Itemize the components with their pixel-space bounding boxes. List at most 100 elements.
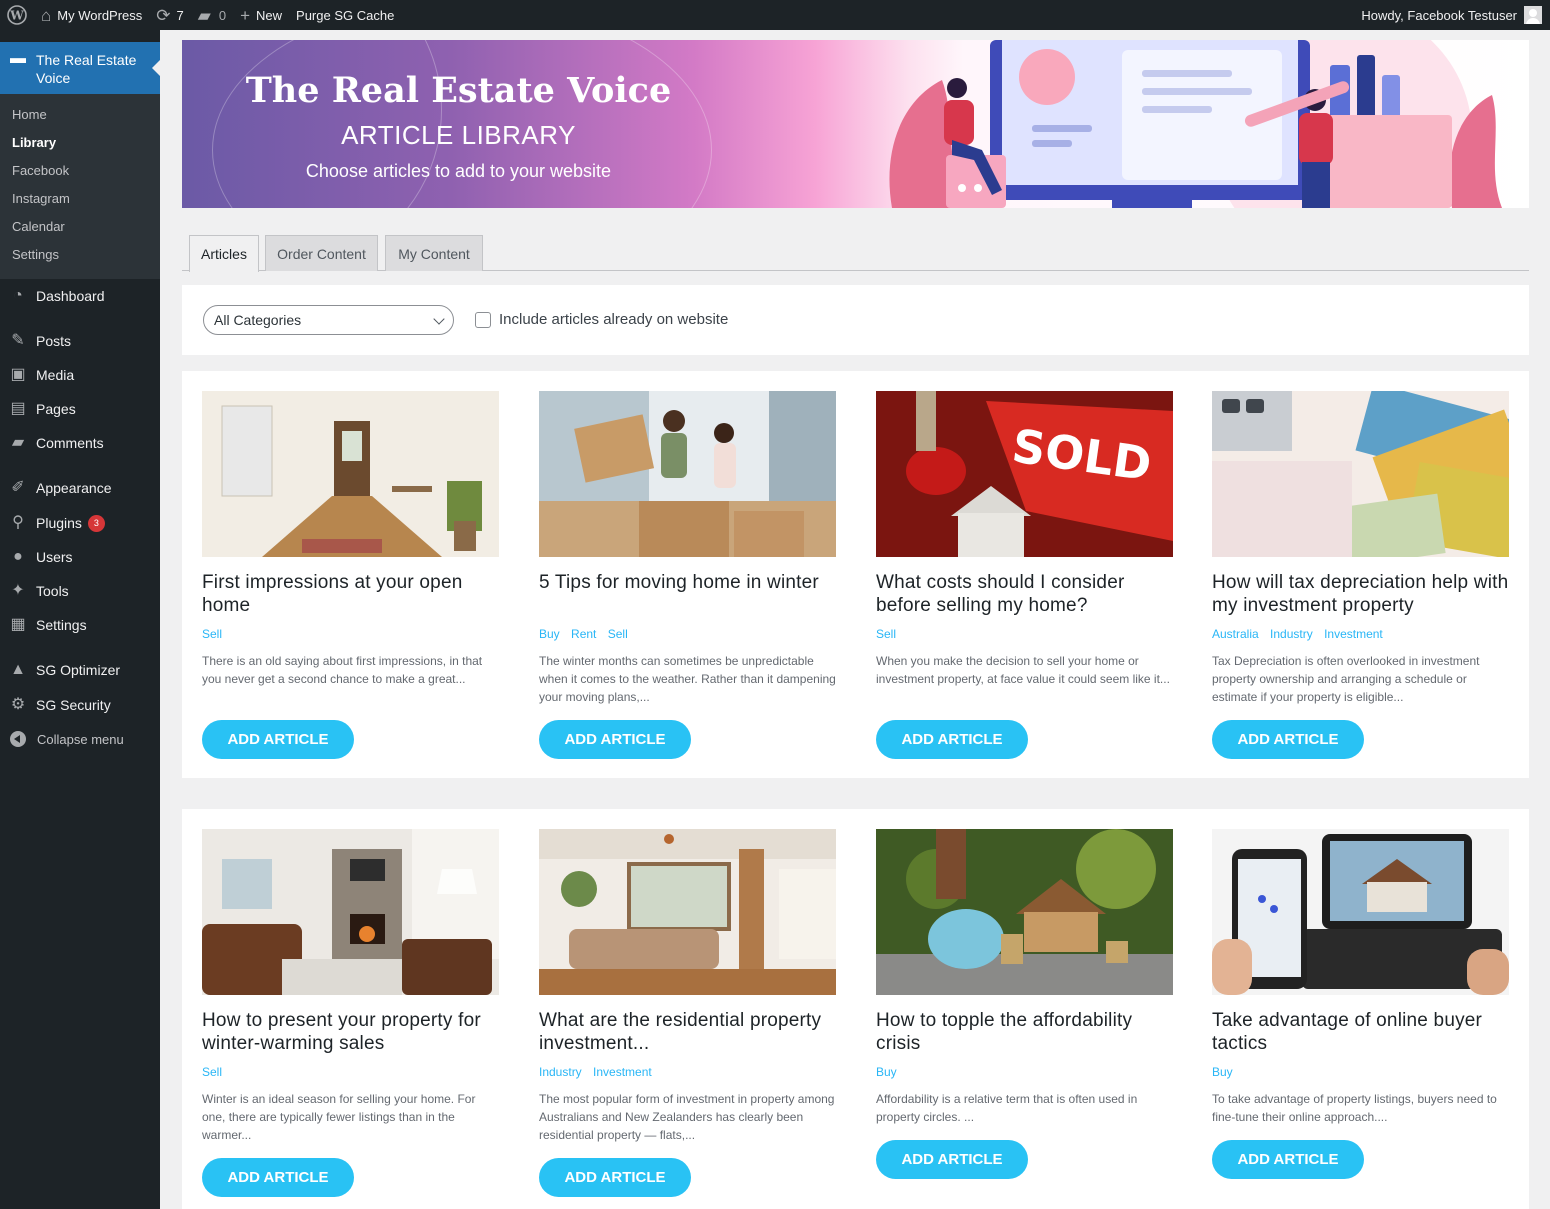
menu-item-dashboard[interactable]: ◔ Dashboard bbox=[0, 279, 160, 313]
submenu-item-facebook[interactable]: Facebook bbox=[0, 157, 160, 185]
banner-subtitle: ARTICLE LIBRARY bbox=[341, 120, 576, 150]
article-title[interactable]: How to present your property for winter-… bbox=[202, 1009, 499, 1055]
article-thumbnail[interactable] bbox=[876, 829, 1173, 995]
article-tags: Buy Rent Sell bbox=[539, 627, 636, 641]
tag-link[interactable]: Industry bbox=[1270, 627, 1313, 641]
collapse-menu-button[interactable]: Collapse menu bbox=[0, 722, 160, 756]
article-excerpt: Winter is an ideal season for selling yo… bbox=[202, 1092, 476, 1142]
tag-link[interactable]: Buy bbox=[1212, 1065, 1233, 1079]
article-thumbnail[interactable] bbox=[202, 829, 499, 995]
menu-item-users[interactable]: ● Users bbox=[0, 540, 160, 574]
money-calculator-photo bbox=[1212, 391, 1509, 557]
tag-link[interactable]: Australia bbox=[1212, 627, 1259, 641]
article-title[interactable]: 5 Tips for moving home in winter bbox=[539, 571, 836, 594]
new-label: New bbox=[256, 7, 283, 23]
submenu-item-home[interactable]: Home bbox=[0, 101, 160, 129]
article-thumbnail[interactable] bbox=[202, 391, 499, 557]
banner-illustration bbox=[889, 40, 1502, 208]
article-title[interactable]: First impressions at your open home bbox=[202, 571, 499, 617]
comments-link[interactable]: ▰ 0 bbox=[191, 0, 233, 30]
tag-link[interactable]: Sell bbox=[876, 627, 896, 641]
submenu-item-instagram[interactable]: Instagram bbox=[0, 185, 160, 213]
menu-item-label: SG Security bbox=[36, 697, 111, 713]
menu-item-label: Tools bbox=[36, 583, 69, 599]
menu-item-real-estate-voice[interactable]: ▬ The Real Estate Voice bbox=[0, 42, 160, 94]
svg-text:W: W bbox=[9, 9, 24, 23]
article-tags: Sell bbox=[876, 627, 904, 641]
wordpress-logo-button[interactable]: W bbox=[0, 0, 34, 30]
tab-order-content[interactable]: Order Content bbox=[265, 235, 378, 271]
tag-link[interactable]: Rent bbox=[571, 627, 596, 641]
purge-cache-link[interactable]: Purge SG Cache bbox=[289, 0, 401, 30]
article-thumbnail[interactable] bbox=[1212, 829, 1509, 995]
updates-link[interactable]: ⟳ 7 bbox=[149, 0, 190, 30]
add-article-button[interactable]: ADD ARTICLE bbox=[876, 1140, 1028, 1179]
menu-item-label: Media bbox=[36, 367, 75, 383]
add-article-button[interactable]: ADD ARTICLE bbox=[539, 1158, 691, 1197]
article-title[interactable]: What costs should I consider before sell… bbox=[876, 571, 1173, 617]
menu-item-sg-security[interactable]: ⚙ SG Security bbox=[0, 688, 160, 722]
add-article-button[interactable]: ADD ARTICLE bbox=[539, 720, 691, 759]
pages-icon: ▤ bbox=[10, 400, 26, 417]
admin-bar: W ⌂ My WordPress ⟳ 7 ▰ 0 + New Purge SG … bbox=[0, 0, 1550, 30]
add-article-button[interactable]: ADD ARTICLE bbox=[876, 720, 1028, 759]
article-title[interactable]: Take advantage of online buyer tactics bbox=[1212, 1009, 1509, 1055]
tag-link[interactable]: Buy bbox=[876, 1065, 897, 1079]
piggy-bank-photo bbox=[876, 829, 1173, 995]
submenu-item-calendar[interactable]: Calendar bbox=[0, 213, 160, 241]
add-article-button[interactable]: ADD ARTICLE bbox=[202, 1158, 354, 1197]
tag-link[interactable]: Investment bbox=[1324, 627, 1383, 641]
article-card: 5 Tips for moving home in winter Buy Ren… bbox=[539, 391, 836, 759]
site-name-link[interactable]: ⌂ My WordPress bbox=[34, 0, 149, 30]
article-card: What are the residential property invest… bbox=[539, 829, 836, 1197]
submenu-item-library[interactable]: Library bbox=[0, 129, 160, 157]
article-title[interactable]: What are the residential property invest… bbox=[539, 1009, 836, 1055]
include-existing-checkbox[interactable] bbox=[475, 312, 491, 328]
tag-link[interactable]: Buy bbox=[539, 627, 560, 641]
tag-link[interactable]: Investment bbox=[593, 1065, 652, 1079]
chevron-down-icon bbox=[433, 313, 445, 325]
tag-link[interactable]: Industry bbox=[539, 1065, 582, 1079]
submenu-item-settings[interactable]: Settings bbox=[0, 241, 160, 269]
tag-link[interactable]: Sell bbox=[202, 1065, 222, 1079]
account-menu[interactable]: Howdy, Facebook Testuser bbox=[1361, 6, 1550, 24]
submenu: Home Library Facebook Instagram Calendar… bbox=[0, 94, 160, 279]
article-thumbnail[interactable] bbox=[539, 829, 836, 995]
add-article-button[interactable]: ADD ARTICLE bbox=[202, 720, 354, 759]
tab-articles[interactable]: Articles bbox=[189, 235, 259, 272]
menu-item-label: Dashboard bbox=[36, 288, 105, 304]
articles-row-1: First impressions at your open home Sell… bbox=[182, 371, 1529, 778]
include-existing-label[interactable]: Include articles already on website bbox=[499, 311, 728, 328]
article-excerpt: To take advantage of property listings, … bbox=[1212, 1092, 1497, 1124]
menu-item-pages[interactable]: ▤ Pages bbox=[0, 392, 160, 426]
menu-item-label: Users bbox=[36, 549, 73, 565]
brush-icon: ✐ bbox=[11, 479, 25, 496]
menu-item-media[interactable]: ▣ Media bbox=[0, 358, 160, 392]
menu-item-comments[interactable]: ▰ Comments bbox=[0, 426, 160, 460]
menu-item-settings[interactable]: ▦ Settings bbox=[0, 608, 160, 642]
menu-item-tools[interactable]: ✦ Tools bbox=[0, 574, 160, 608]
menu-item-sg-optimizer[interactable]: ▲ SG Optimizer bbox=[0, 653, 160, 687]
article-card: How will tax depreciation help with my i… bbox=[1212, 391, 1509, 759]
article-thumbnail[interactable] bbox=[1212, 391, 1509, 557]
article-title[interactable]: How to topple the affordability crisis bbox=[876, 1009, 1173, 1055]
tab-my-content[interactable]: My Content bbox=[385, 235, 483, 271]
tag-link[interactable]: Sell bbox=[608, 627, 628, 641]
tag-link[interactable]: Sell bbox=[202, 627, 222, 641]
filter-bar: All Categories Include articles already … bbox=[182, 285, 1529, 355]
site-name-label: My WordPress bbox=[57, 7, 143, 23]
menu-item-posts[interactable]: ✎ Posts bbox=[0, 324, 160, 358]
new-content-link[interactable]: + New bbox=[233, 0, 289, 30]
add-article-button[interactable]: ADD ARTICLE bbox=[1212, 1140, 1364, 1179]
menu-item-appearance[interactable]: ✐ Appearance bbox=[0, 471, 160, 505]
add-article-button[interactable]: ADD ARTICLE bbox=[1212, 720, 1364, 759]
article-thumbnail[interactable] bbox=[539, 391, 836, 557]
article-title[interactable]: How will tax depreciation help with my i… bbox=[1212, 571, 1509, 617]
article-card: Take advantage of online buyer tactics B… bbox=[1212, 829, 1509, 1179]
menu-item-label: Collapse menu bbox=[37, 731, 124, 747]
articles-row-2: How to present your property for winter-… bbox=[182, 809, 1529, 1209]
menu-item-plugins[interactable]: ⚲ Plugins 3 bbox=[0, 506, 160, 540]
category-select[interactable]: All Categories bbox=[203, 305, 454, 335]
article-tags: Sell bbox=[202, 627, 230, 641]
article-thumbnail[interactable]: SOLD bbox=[876, 391, 1173, 557]
